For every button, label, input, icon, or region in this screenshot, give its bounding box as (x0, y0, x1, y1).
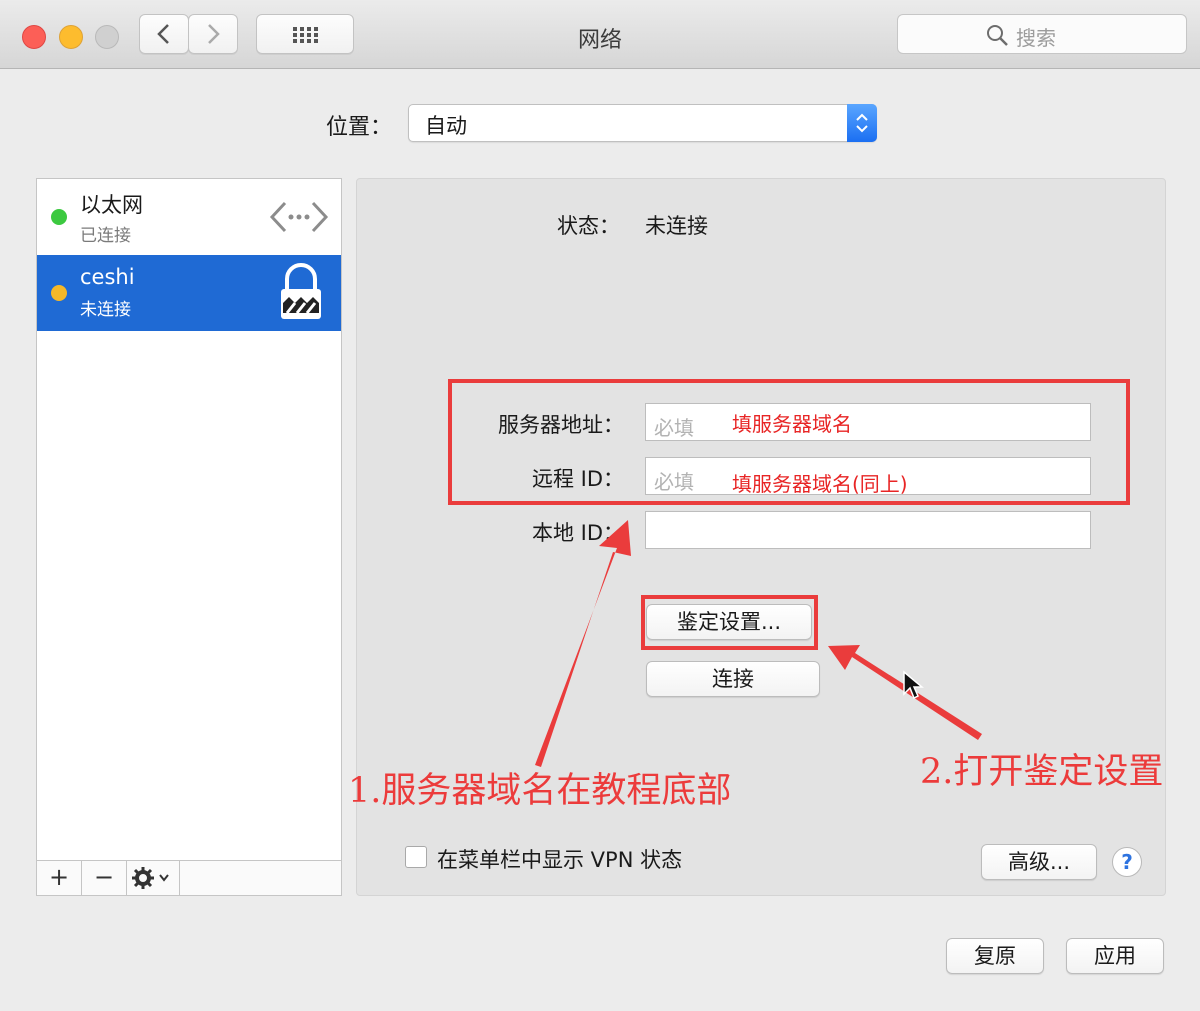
show-vpn-status-checkbox[interactable] (405, 846, 427, 868)
advanced-button[interactable]: 高级... (981, 844, 1097, 880)
show-vpn-status-label: 在菜单栏中显示 VPN 状态 (437, 848, 683, 872)
help-button[interactable]: ? (1112, 847, 1142, 877)
arrow-to-local-id (535, 520, 631, 767)
apply-button[interactable]: 应用 (1066, 938, 1164, 974)
revert-button[interactable]: 复原 (946, 938, 1044, 974)
annotation-note-1: 1.服务器域名在教程底部 (348, 771, 732, 811)
annotation-note-2: 2.打开鉴定设置 (920, 752, 1164, 792)
mouse-cursor-icon (903, 670, 924, 700)
